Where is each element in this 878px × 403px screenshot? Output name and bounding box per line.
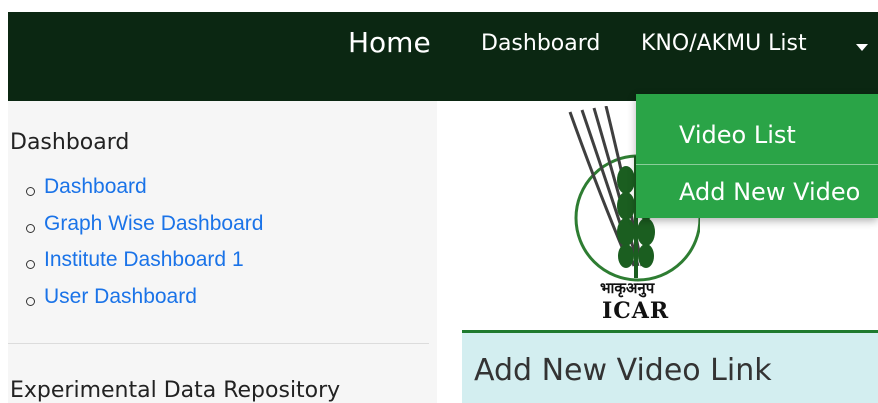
nav-kno-akmu-dropdown[interactable]: KNO/AKMU List [641,31,807,56]
sidebar-link-user-dashboard[interactable]: User Dashboard [44,285,197,309]
bullet-icon [26,223,35,233]
sidebar-heading-experimental-data-repository: Experimental Data Repository [10,378,341,403]
sidebar-link-dashboard[interactable]: Dashboard [44,175,147,199]
sidebar-link-graph-wise-dashboard[interactable]: Graph Wise Dashboard [44,212,263,236]
bullet-icon [26,187,35,196]
sidebar-link-institute-dashboard[interactable]: Institute Dashboard 1 [44,248,244,272]
caret-down-icon[interactable] [856,44,868,51]
nav-dashboard-link[interactable]: Dashboard [481,31,600,56]
dropdown-item-label: Add New Video [679,178,861,206]
card-title: Add New Video Link [474,353,772,388]
dropdown-item-label: Video List [679,121,796,149]
sidebar-divider [8,343,429,344]
bullet-icon [26,296,35,306]
top-navbar [8,12,878,101]
nav-home-link[interactable]: Home [348,26,431,59]
kno-dropdown-menu: Video List Add New Video [636,94,878,218]
logo-hindi-text: भाकृअनुप [600,279,655,297]
dropdown-item-add-new-video[interactable]: Add New Video [636,164,878,221]
logo-english-text: ICAR [602,298,670,324]
dropdown-item-video-list[interactable]: Video List [636,108,878,164]
bullet-icon [26,260,35,269]
sidebar-heading-dashboard: Dashboard [10,130,130,155]
sidebar: Dashboard Dashboard Graph Wise Dashboard… [8,101,437,403]
card-header: Add New Video Link [462,333,878,403]
